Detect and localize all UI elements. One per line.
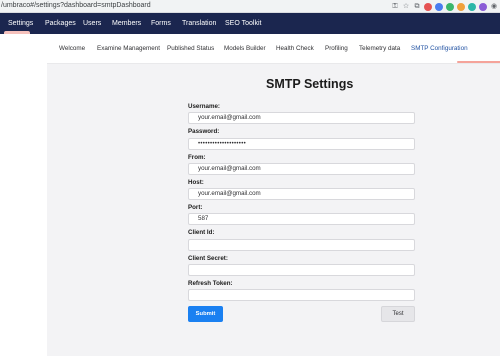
from-label: From:	[188, 154, 206, 161]
port-label: Port:	[188, 204, 203, 211]
topnav-item-forms[interactable]: Forms	[151, 13, 171, 34]
tab-telemetry-data[interactable]: Telemetry data	[359, 34, 400, 64]
key-icon[interactable]: ⚿	[391, 3, 399, 11]
host-label: Host:	[188, 179, 204, 186]
username-label: Username:	[188, 103, 220, 110]
extension-icon-blue[interactable]	[435, 2, 443, 11]
port-field[interactable]: 587	[188, 213, 415, 225]
extension-icon-purple[interactable]	[479, 2, 487, 11]
host-field[interactable]: your.email@gmail.com	[188, 188, 415, 200]
extension-icon-green[interactable]	[446, 2, 454, 11]
browser-toolbar-icons: ⚿ ☆ ⧉ ◉	[391, 2, 498, 11]
password-field[interactable]: ••••••••••••••••••••	[188, 138, 415, 150]
username-field[interactable]: your.email@gmail.com	[188, 112, 415, 124]
extension-icon-red[interactable]	[424, 2, 432, 11]
from-field[interactable]: your.email@gmail.com	[188, 163, 415, 175]
topnav-item-packages[interactable]: Packages	[45, 13, 76, 34]
topnav-item-users[interactable]: Users	[83, 13, 101, 34]
tab-welcome[interactable]: Welcome	[59, 34, 85, 64]
tab-published-status[interactable]: Published Status	[167, 34, 214, 64]
client-secret-field[interactable]	[188, 264, 415, 276]
profile-icon[interactable]: ◉	[490, 3, 498, 11]
url-text[interactable]: /umbraco#/settings?dashboard=smtpDashboa…	[1, 2, 151, 9]
refresh-token-field[interactable]	[188, 289, 415, 301]
extensions-icon[interactable]: ⧉	[413, 3, 421, 11]
section-tree-pane	[0, 34, 47, 356]
tab-health-check[interactable]: Health Check	[276, 34, 314, 64]
client-secret-label: Client Secret:	[188, 255, 228, 262]
star-icon[interactable]: ☆	[402, 3, 410, 11]
tab-models-builder[interactable]: Models Builder	[224, 34, 266, 64]
extension-icon-teal[interactable]	[468, 2, 476, 11]
topnav-item-members[interactable]: Members	[112, 13, 141, 34]
tab-smtp-configuration[interactable]: SMTP Configuration	[411, 34, 468, 64]
client-id-field[interactable]	[188, 239, 415, 251]
top-navigation: Settings Packages Users Members Forms Tr…	[0, 13, 500, 34]
test-button[interactable]: Test	[381, 306, 415, 322]
client-id-label: Client Id:	[188, 229, 215, 236]
active-tab-indicator	[457, 61, 500, 63]
dashboard-tabs: Welcome Examine Management Published Sta…	[47, 34, 500, 64]
password-label: Password:	[188, 128, 220, 135]
dashboard-content	[47, 64, 500, 356]
tab-profiling[interactable]: Profiling	[325, 34, 348, 64]
extension-icon-orange[interactable]	[457, 2, 465, 11]
submit-button[interactable]: Submit	[188, 306, 223, 322]
topnav-item-seo-toolkit[interactable]: SEO Toolkit	[225, 13, 261, 34]
refresh-token-label: Refresh Token:	[188, 280, 233, 287]
browser-address-bar[interactable]: /umbraco#/settings?dashboard=smtpDashboa…	[0, 0, 500, 13]
tab-examine-management[interactable]: Examine Management	[97, 34, 160, 64]
page-title: SMTP Settings	[266, 77, 354, 91]
topnav-item-translation[interactable]: Translation	[182, 13, 216, 34]
